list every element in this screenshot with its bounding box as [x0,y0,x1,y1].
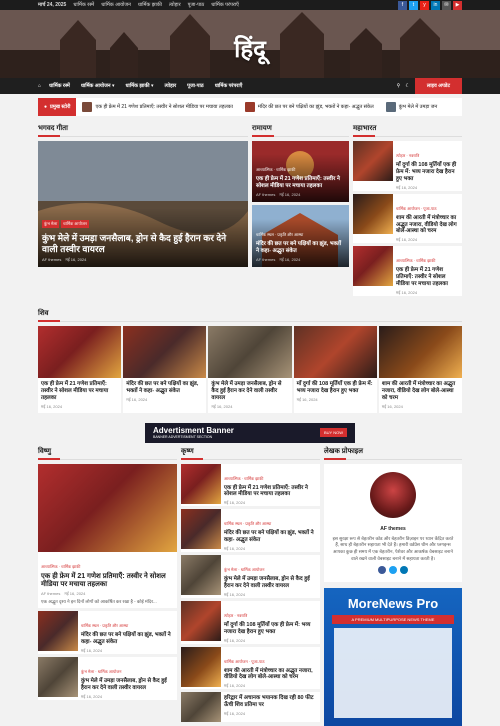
youtube-icon[interactable]: y [420,0,429,10]
ad-banner[interactable]: Advertisment Banner BANNER ADVERTISMENT S… [145,422,355,443]
main-nav: ⌂ धार्मिक रस्में धार्मिक आयोजन ▾ धार्मिक… [0,78,500,94]
mail-icon[interactable]: ✉ [442,0,451,10]
section-title: विष्णु [38,447,177,460]
moon-icon[interactable]: ☾ [405,83,409,89]
social-links: f t y in ✉ ▶ [398,0,462,10]
top-link[interactable]: धार्मिक आयोजन [101,2,131,8]
grid-card[interactable]: माँ दुर्गा की 108 मूर्तियाँ एक ही फ्रेम … [293,325,377,413]
nav-item[interactable]: पूजा-पाठ [187,83,204,89]
twitter-icon[interactable]: t [409,0,418,10]
linkedin-icon[interactable]: in [431,0,440,10]
grid-card[interactable]: एक ही फ्रेम में 21 गणेश प्रतिमाएँ: तस्वी… [38,325,122,413]
live-button[interactable]: लाइव अपडेट [414,78,462,94]
top-bar: मार्च 24, 2025 धार्मिक रस्में धार्मिक आय… [0,0,500,10]
list-item[interactable]: आध्यात्मिक · धार्मिक झाकी एक ही फ्रेम में… [353,246,462,296]
nav-item[interactable]: त्योहार [164,83,176,89]
list-item[interactable]: धार्मिक स्थल · प्रकृति और आस्था मंदिर की … [181,509,320,552]
author-bio: इस सुरक्षा रूप से बेहतरीन कोड और बेहतरीन… [332,535,454,561]
date: मार्च 24, 2025 [38,2,67,8]
top-link[interactable]: धार्मिक परंपराएँ [211,2,239,8]
header-banner: हिंदू [0,10,500,78]
grid-card[interactable]: शाम की आरती में मंत्रोच्चार का अद्भुत नज… [378,325,463,413]
list-item[interactable]: धार्मिक स्थल · प्रकृति और आस्था मंदिर की … [38,611,177,655]
nav-item[interactable]: धार्मिक आयोजन ▾ [81,83,115,89]
list-item[interactable]: त्योहार · नवरात्रि माँ दुर्गा की 108 मूर्… [353,141,462,191]
list-item[interactable]: आध्यात्मिक · धार्मिक झाकी एक ही फ्रेम में… [181,463,320,507]
list-item[interactable]: हरिद्वार में अचानक भयानक दिख रही 80 फीट … [181,692,320,723]
bolt-icon: ● [44,104,48,110]
list-item[interactable]: कुंभ मेला · धार्मिक आयोजन कुंभ मेले में उ… [38,657,177,700]
twitter-icon[interactable] [389,565,397,574]
vishnu-main-card[interactable]: आध्यात्मिक · धार्मिक झाकी एक ही फ्रेम में… [38,463,177,609]
nav-item[interactable]: धार्मिक रस्में [49,83,70,89]
section-title: कृष्ण [181,447,320,460]
ramayan-card[interactable]: धार्मिक स्थल · प्रकृति और आस्था मंदिर की … [252,205,349,267]
ramayan-card[interactable]: आध्यात्मिक · धार्मिक झाकी एक ही फ्रेम में… [252,141,349,202]
promo-banner[interactable]: MoreNews Pro A PREMIUM MULTIPURPOSE NEWS… [324,587,462,726]
nav-item[interactable]: धार्मिक झाकी ▾ [125,83,153,89]
top-link[interactable]: त्योहार [169,2,181,8]
top-link[interactable]: पूजा-पाठ [188,2,205,8]
ticker-item[interactable]: एक ही फ्रेम में 21 गणेश प्रतिमाएँ: तस्वी… [76,102,238,112]
top-link[interactable]: धार्मिक रस्में [73,2,94,8]
grid-card[interactable]: कुंभ मेले में उमड़ा जनसैलाब, ड्रोन से कै… [208,325,292,413]
section-title: रामायण [252,124,349,137]
facebook-icon[interactable]: f [398,0,407,10]
section-title: महाभारत [353,124,462,137]
ganesh-image [38,463,177,552]
section-title: शिव [38,309,462,322]
linkedin-icon[interactable] [400,565,408,574]
theme-preview-image [334,627,452,718]
ticker-item[interactable]: मंदिर की छत पर बने पक्षियों का झुंड, भक्… [239,102,380,112]
breaking-ticker: ● प्रमुख स्टोरी एक ही फ्रेम में 21 गणेश प… [38,98,462,116]
nav-item[interactable]: धार्मिक परंपराएँ [215,83,243,89]
section-title: भगवद गीता [38,124,248,137]
ticker-label: ● प्रमुख स्टोरी [38,98,77,116]
list-item[interactable]: धार्मिक आयोजन · पूजा-पाठ शाम की आरती में … [353,193,462,244]
grid-card[interactable]: मंदिर की छत पर बने पक्षियों का झुंड, भक्… [123,325,207,413]
home-icon[interactable]: ⌂ [38,83,41,89]
author-name[interactable]: AF themes [332,526,454,532]
category-tag[interactable]: कुंभ मेला [42,220,60,229]
featured-card[interactable]: कुंभ मेला धार्मिक आयोजन कुंभ मेले में उमड… [38,141,248,267]
buy-now-button[interactable]: BUY NOW [319,428,347,437]
avatar [370,471,416,518]
ticker-item[interactable]: कुंभ मेले में उमड़ा जन [380,102,443,112]
list-item[interactable]: त्योहार · नवरात्रि माँ दुर्गा की 108 मूर्… [181,600,320,644]
list-item[interactable]: कुंभ मेला · धार्मिक आयोजन कुंभ मेले में उ… [181,555,320,598]
section-title: लेखक प्रोफाइल [324,447,462,460]
site-title[interactable]: हिंदू [0,32,500,65]
facebook-icon[interactable] [378,565,386,574]
top-link[interactable]: धार्मिक झाकी [138,2,162,8]
list-item[interactable]: धार्मिक आयोजन · पूजा-पाठ शाम की आरती में … [181,646,320,690]
video-icon[interactable]: ▶ [453,0,462,10]
search-icon[interactable]: ⚲ [397,83,401,89]
author-profile: AF themes इस सुरक्षा रूप से बेहतरीन कोड … [324,463,462,582]
featured-headline[interactable]: कुंभ मेले में उमड़ा जनसैलाब, ड्रोन से कै… [42,233,244,255]
category-tag[interactable]: धार्मिक आयोजन [61,220,89,229]
